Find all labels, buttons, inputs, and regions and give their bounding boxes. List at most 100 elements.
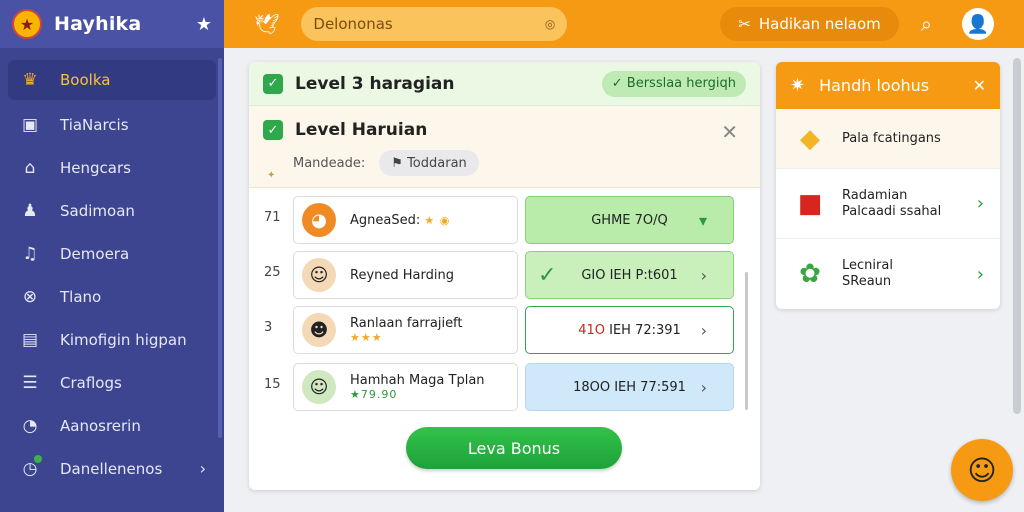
player-name: Reyned Harding: [350, 267, 454, 283]
chevron-right-icon[interactable]: ›: [977, 193, 984, 214]
sidebar-item-label: TiaNarcis: [60, 115, 129, 134]
level-subheader: ✓ Level Haruian ✕ Mandeade: ⚑ Toddaran ✦: [249, 106, 760, 188]
player-avatar: ◕: [302, 203, 336, 237]
gift-icon: ■: [797, 188, 823, 219]
score-detail: IEH P:t601: [609, 267, 678, 283]
chevron-right-icon[interactable]: ›: [701, 266, 707, 285]
meta-chip[interactable]: ⚑ Toddaran: [379, 150, 479, 176]
list-item-line1: Radamian: [842, 187, 908, 203]
rank: 25: [264, 265, 281, 280]
brand-name: Hayhika: [54, 13, 142, 35]
top-action-button[interactable]: ✂ Hadikan nelaom: [720, 7, 899, 41]
score-value: 41O: [578, 322, 605, 338]
search-input[interactable]: Delononas ◎: [301, 7, 568, 41]
level-subtitle: Level Haruian: [295, 120, 428, 140]
sidebar-item-hengcars[interactable]: ⌂ Hengcars: [0, 146, 224, 189]
meta-label: Mandeade:: [293, 155, 366, 171]
player-info: Reyned Harding: [350, 268, 454, 283]
search-icon[interactable]: ⌕: [921, 12, 932, 36]
score-detail: IEH 77:591: [614, 379, 686, 395]
sidebar-item-label: Tlano: [60, 287, 102, 306]
window-icon: ▤: [21, 329, 39, 350]
mascot-button[interactable]: ☺: [951, 439, 1013, 501]
score-value: GHME 7O/Q: [591, 212, 668, 228]
leaderboard: 71 ◕ AgneaSed: ★ ◉ GHME 7O/Q ▾ 25 ☺ Reyn…: [249, 188, 760, 411]
level-status-label: Bersslaa hergiqh: [626, 76, 736, 91]
sparkle-icon: ✷: [790, 75, 806, 96]
score-value: GIO: [581, 267, 606, 283]
close-icon[interactable]: ✕: [721, 120, 738, 144]
sidebar-item-kimofigin[interactable]: ▤ Kimofigin higpan: [0, 318, 224, 361]
score-value: 18OO: [573, 379, 611, 395]
list-item-line1: Pala fcatingans: [842, 130, 941, 146]
list-item-line1: Lecniral: [842, 258, 893, 273]
sidebar-item-danellenenos[interactable]: ◷ Danellenenos ›: [0, 447, 224, 490]
player-card[interactable]: ☺ Hamhah Maga Tplan ★79.90: [293, 363, 518, 411]
player-card[interactable]: ◕ AgneaSed: ★ ◉: [293, 196, 518, 244]
sidebar-item-tlano[interactable]: ⊗ Tlano: [0, 275, 224, 318]
avatar[interactable]: 👤: [962, 8, 994, 40]
home-icon: ⌂: [24, 157, 36, 178]
player-info: Ranlaan farrajieft ★★★: [350, 316, 463, 344]
player-card[interactable]: ☻ Ranlaan farrajieft ★★★: [293, 306, 518, 354]
player-rating: ★ ◉: [424, 213, 451, 227]
sidebar-nav: ♛ Boolka ▣ TiaNarcis ⌂ Hengcars ♟ Sadimo…: [0, 48, 224, 490]
clear-search-icon[interactable]: ◎: [545, 17, 555, 31]
score-cell[interactable]: GHME 7O/Q ▾: [525, 196, 734, 244]
sidebar-item-boolka[interactable]: ♛ Boolka: [8, 60, 216, 100]
sidebar-scrollbar[interactable]: [218, 58, 222, 438]
player-card[interactable]: ☺ Reyned Harding: [293, 251, 518, 299]
score-cell[interactable]: 41O IEH 72:391 ›: [525, 306, 734, 354]
character-icon: ✿: [799, 259, 821, 289]
table-row[interactable]: 25 ☺ Reyned Harding ✓ GIO IEH P:t601 ›: [249, 251, 760, 301]
meta-chip-label: Toddaran: [407, 155, 467, 171]
sidebar-item-demoera[interactable]: ♫ Demoera: [0, 232, 224, 275]
page-scrollbar[interactable]: [1013, 58, 1021, 414]
chevron-right-icon[interactable]: ›: [200, 459, 206, 478]
tools-icon: ✂: [738, 15, 751, 33]
topbar: 🕊 Delononas ◎ ✂ Hadikan nelaom ⌕ 👤: [224, 0, 1024, 48]
sidebar-item-label: Demoera: [60, 244, 130, 263]
score-cell[interactable]: ✓ GIO IEH P:t601 ›: [525, 251, 734, 299]
sidebar-item-tianarcis[interactable]: ▣ TiaNarcis: [0, 103, 224, 146]
close-icon[interactable]: ✕: [973, 76, 986, 95]
sidebar-item-aanosrerin[interactable]: ◔ Aanosrerin: [0, 404, 224, 447]
score-cell[interactable]: 18OO IEH 77:591 ›: [525, 363, 734, 411]
chevron-down-icon[interactable]: ▾: [699, 211, 707, 230]
top-action-label: Hadikan nelaom: [758, 15, 881, 33]
list-item-line2: Palcaadi ssahal: [842, 203, 942, 219]
list-item-text: Pala fcatingans: [842, 131, 941, 147]
brand[interactable]: ★ Hayhika ★: [0, 0, 224, 48]
sidebar-item-sadimoan[interactable]: ♟ Sadimoan: [0, 189, 224, 232]
logo-icon: ★: [12, 9, 42, 39]
image-icon: ▣: [21, 114, 39, 135]
list-item[interactable]: ◆ Pala fcatingans: [776, 109, 1000, 169]
bonus-card: ✷ Handh loohus ✕ ◆ Pala fcatingans ■ Rad…: [776, 62, 1000, 309]
notification-dot: [34, 454, 42, 463]
player-name: AgneaSed:: [350, 212, 421, 228]
chevron-right-icon[interactable]: ›: [701, 321, 707, 340]
rank: 15: [264, 377, 281, 392]
chevron-right-icon[interactable]: ›: [701, 378, 707, 397]
sidebar-item-label: Kimofigin higpan: [60, 330, 187, 349]
check-icon: ✓: [263, 120, 283, 140]
list-item[interactable]: ■ Radamian Palcaadi ssahal ›: [776, 169, 1000, 239]
level-status-badge[interactable]: ✓ Bersslaa hergiqh: [601, 70, 746, 97]
clock-icon: ◷: [18, 454, 42, 479]
bonus-button[interactable]: Leva Bonus: [406, 427, 622, 469]
player-avatar: ☻: [302, 313, 336, 347]
bonus-card-header: ✷ Handh loohus ✕: [776, 62, 1000, 109]
search-value: Delononas: [313, 15, 393, 33]
sidebar-item-craflogs[interactable]: ☰ Craflogs: [0, 361, 224, 404]
table-row[interactable]: 3 ☻ Ranlaan farrajieft ★★★ 41O IEH 72:39…: [249, 306, 760, 356]
chevron-right-icon[interactable]: ›: [977, 264, 984, 285]
table-row[interactable]: 71 ◕ AgneaSed: ★ ◉ GHME 7O/Q ▾: [249, 196, 760, 246]
panel-scrollbar[interactable]: [745, 272, 748, 410]
player-name: Hamhah Maga Tplan: [350, 373, 485, 388]
sparkle-icon: ✦: [267, 170, 276, 181]
star-icon[interactable]: ★: [196, 14, 212, 35]
list-item[interactable]: ✿ Lecniral SReaun ›: [776, 239, 1000, 309]
bird-icon[interactable]: 🕊: [254, 12, 279, 36]
table-row[interactable]: 15 ☺ Hamhah Maga Tplan ★79.90 18OO IEH 7…: [249, 363, 760, 413]
rank: 71: [264, 210, 281, 225]
